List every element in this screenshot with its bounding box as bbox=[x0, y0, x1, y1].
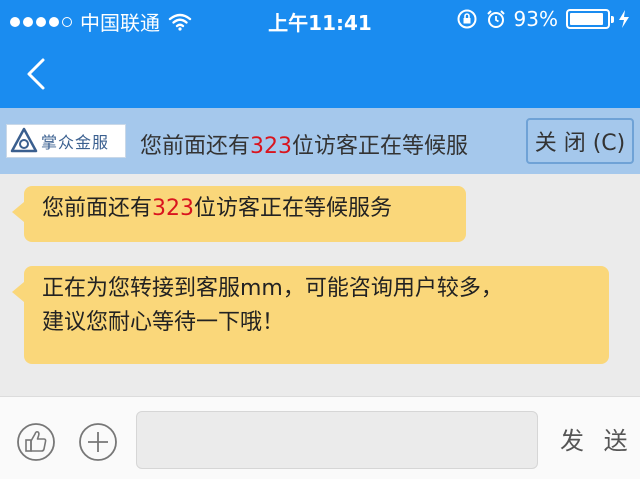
plus-icon bbox=[79, 423, 117, 461]
message-bubble: 正在为您转接到客服mm，可能咨询用户较多， 建议您耐心等待一下哦！ bbox=[12, 266, 609, 364]
queue-notice-bar: 掌众金服 您前面还有323位访客正在等候服 关 闭 (C) bbox=[0, 108, 640, 174]
message-suffix: 位访客正在等候服务 bbox=[194, 196, 393, 221]
message-input[interactable] bbox=[136, 411, 538, 469]
status-bar: 中国联通 上午11:41 93% bbox=[0, 0, 640, 40]
chevron-left-icon bbox=[27, 58, 45, 90]
alarm-clock-icon bbox=[486, 10, 505, 28]
close-button[interactable]: 关 闭 (C) bbox=[526, 118, 634, 164]
back-button[interactable] bbox=[18, 54, 58, 94]
logo-text: 掌众金服 bbox=[41, 133, 110, 152]
chat-area: 您前面还有323位访客正在等候服务 正在为您转接到客服mm，可能咨询用户较多， … bbox=[0, 174, 640, 396]
message-bubble: 您前面还有323位访客正在等候服务 bbox=[12, 186, 466, 242]
charging-icon bbox=[619, 10, 629, 28]
message-line: 正在为您转接到客服mm，可能咨询用户较多， bbox=[42, 276, 503, 301]
add-attachment-button[interactable] bbox=[78, 422, 118, 462]
company-logo: 掌众金服 bbox=[6, 124, 126, 158]
like-button[interactable] bbox=[16, 422, 56, 462]
message-queue-count: 323 bbox=[152, 196, 195, 221]
queue-count: 323 bbox=[250, 134, 293, 159]
notice-suffix: 位访客正在等候服 bbox=[292, 134, 469, 159]
message-line: 建议您耐心等待一下哦！ bbox=[42, 310, 285, 335]
battery-fill bbox=[570, 13, 604, 25]
input-bar: 发 送 bbox=[0, 396, 640, 479]
battery-percent: 93% bbox=[513, 7, 558, 31]
queue-notice-text: 您前面还有323位访客正在等候服 bbox=[140, 128, 468, 160]
thumbs-up-icon bbox=[17, 423, 55, 461]
navigation-bar bbox=[0, 40, 640, 108]
status-right: 93% bbox=[456, 7, 630, 31]
message-prefix: 您前面还有 bbox=[42, 196, 153, 221]
logo-mark-icon bbox=[10, 127, 38, 153]
notice-prefix: 您前面还有 bbox=[140, 134, 251, 159]
battery-icon bbox=[566, 9, 614, 29]
rotation-lock-icon bbox=[457, 9, 477, 29]
send-button[interactable]: 发 送 bbox=[560, 421, 634, 456]
